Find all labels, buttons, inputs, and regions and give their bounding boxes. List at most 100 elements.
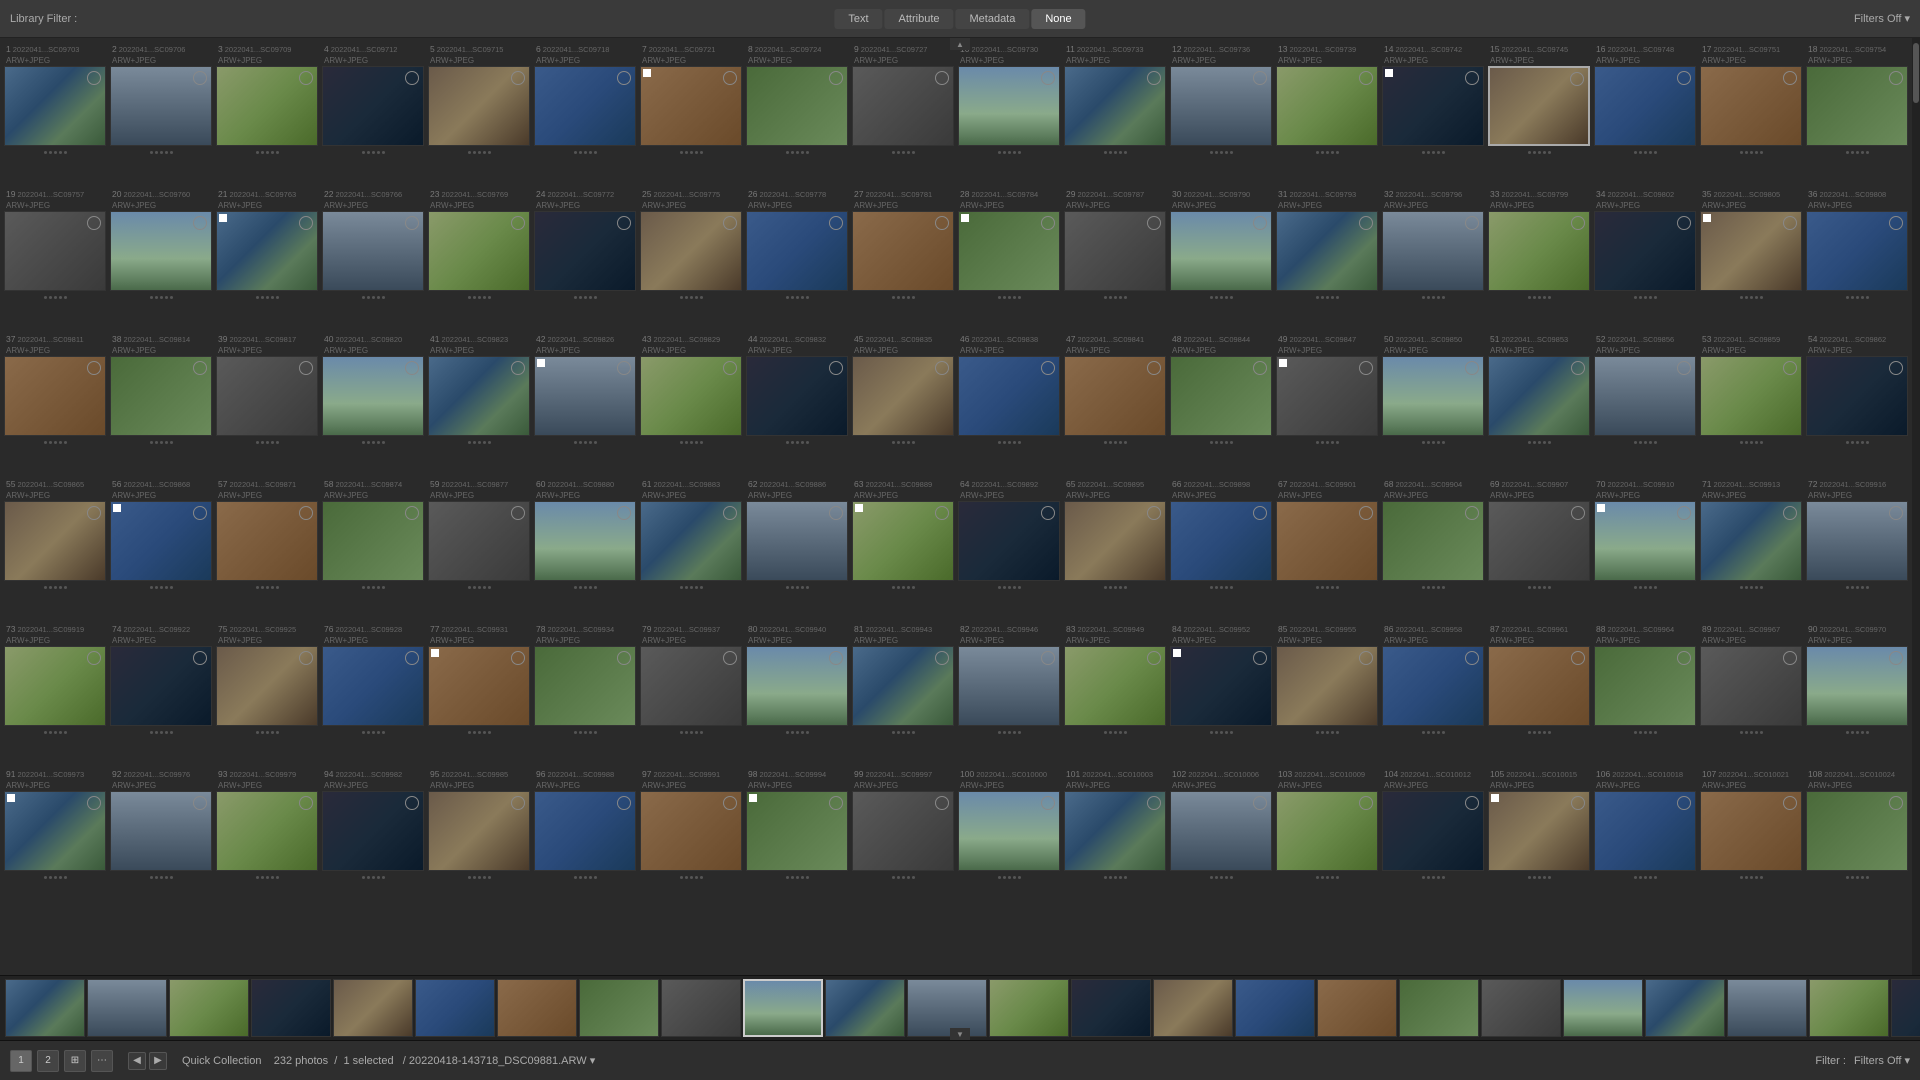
thumb-select-circle[interactable]	[935, 506, 949, 520]
thumb-image[interactable]	[1700, 501, 1802, 581]
thumb-image[interactable]	[1276, 211, 1378, 291]
thumb-image[interactable]	[322, 66, 424, 146]
thumb-image[interactable]	[746, 66, 848, 146]
thumb-select-circle[interactable]	[1465, 651, 1479, 665]
thumbnail-cell[interactable]: 81 2022041...SC09943 ARW+JPEG	[850, 620, 956, 765]
thumb-select-circle[interactable]	[87, 71, 101, 85]
thumbnail-cell[interactable]: 6 2022041...SC09718 ARW+JPEG	[532, 40, 638, 185]
thumbnail-cell[interactable]: 61 2022041...SC09883 ARW+JPEG	[638, 475, 744, 620]
thumb-select-circle[interactable]	[829, 651, 843, 665]
thumb-image[interactable]	[1064, 646, 1166, 726]
filters-off-label[interactable]: Filters Off ▾	[1854, 12, 1910, 25]
thumbnail-cell[interactable]: 23 2022041...SC09769 ARW+JPEG	[426, 185, 532, 330]
thumb-image[interactable]	[1488, 211, 1590, 291]
thumb-select-circle[interactable]	[723, 796, 737, 810]
thumb-image[interactable]	[852, 356, 954, 436]
thumb-image[interactable]	[746, 356, 848, 436]
thumb-select-circle[interactable]	[1465, 361, 1479, 375]
thumb-image[interactable]	[534, 66, 636, 146]
next-arrow[interactable]: ▶	[149, 1052, 167, 1070]
thumbnail-cell[interactable]: 16 2022041...SC09748 ARW+JPEG	[1592, 40, 1698, 185]
thumb-select-circle[interactable]	[617, 651, 631, 665]
thumb-image[interactable]	[746, 211, 848, 291]
thumb-select-circle[interactable]	[1783, 506, 1797, 520]
thumb-select-circle[interactable]	[1889, 796, 1903, 810]
thumbnail-cell[interactable]: 99 2022041...SC09997 ARW+JPEG	[850, 765, 956, 910]
filmstrip-thumb[interactable]	[5, 979, 85, 1037]
thumb-image[interactable]	[1276, 501, 1378, 581]
thumb-select-circle[interactable]	[1147, 71, 1161, 85]
filmstrip-thumb[interactable]	[1891, 979, 1920, 1037]
thumbnail-cell[interactable]: 77 2022041...SC09931 ARW+JPEG	[426, 620, 532, 765]
thumb-select-circle[interactable]	[935, 71, 949, 85]
thumb-image[interactable]	[1276, 356, 1378, 436]
thumb-select-circle[interactable]	[511, 216, 525, 230]
thumb-image[interactable]	[1806, 356, 1908, 436]
thumb-image[interactable]	[322, 211, 424, 291]
thumb-image[interactable]	[1276, 791, 1378, 871]
thumb-select-circle[interactable]	[1783, 216, 1797, 230]
thumb-select-circle[interactable]	[1147, 796, 1161, 810]
thumb-select-circle[interactable]	[511, 361, 525, 375]
thumb-image[interactable]	[1594, 211, 1696, 291]
thumb-select-circle[interactable]	[1041, 216, 1055, 230]
filmstrip-thumb[interactable]	[333, 979, 413, 1037]
thumbnail-cell[interactable]: 11 2022041...SC09733 ARW+JPEG	[1062, 40, 1168, 185]
thumb-image[interactable]	[958, 646, 1060, 726]
filmstrip-thumb[interactable]	[1153, 979, 1233, 1037]
thumbnail-cell[interactable]: 15 2022041...SC09745 ARW+JPEG	[1486, 40, 1592, 185]
thumb-image[interactable]	[1382, 501, 1484, 581]
thumbnail-cell[interactable]: 24 2022041...SC09772 ARW+JPEG	[532, 185, 638, 330]
thumbnail-cell[interactable]: 44 2022041...SC09832 ARW+JPEG	[744, 330, 850, 475]
thumb-select-circle[interactable]	[1465, 216, 1479, 230]
thumb-select-circle[interactable]	[193, 361, 207, 375]
thumb-image[interactable]	[428, 501, 530, 581]
thumb-image[interactable]	[1594, 66, 1696, 146]
thumbnail-cell[interactable]: 14 2022041...SC09742 ARW+JPEG	[1380, 40, 1486, 185]
filmstrip-thumb[interactable]	[1399, 979, 1479, 1037]
thumbnail-cell[interactable]: 97 2022041...SC09991 ARW+JPEG	[638, 765, 744, 910]
thumb-image[interactable]	[1170, 791, 1272, 871]
thumbnail-cell[interactable]: 100 2022041...SC010000 ARW+JPEG	[956, 765, 1062, 910]
thumb-select-circle[interactable]	[617, 796, 631, 810]
thumbnail-cell[interactable]: 28 2022041...SC09784 ARW+JPEG	[956, 185, 1062, 330]
filters-off-status[interactable]: Filters Off ▾	[1854, 1054, 1910, 1067]
thumb-image[interactable]	[958, 501, 1060, 581]
thumbnail-cell[interactable]: 68 2022041...SC09904 ARW+JPEG	[1380, 475, 1486, 620]
thumb-select-circle[interactable]	[1253, 361, 1267, 375]
thumb-select-circle[interactable]	[1889, 506, 1903, 520]
thumb-image[interactable]	[4, 66, 106, 146]
prev-arrow[interactable]: ◀	[128, 1052, 146, 1070]
thumbnail-cell[interactable]: 43 2022041...SC09829 ARW+JPEG	[638, 330, 744, 475]
filmstrip-thumb[interactable]	[907, 979, 987, 1037]
thumb-image[interactable]	[322, 646, 424, 726]
thumb-select-circle[interactable]	[1041, 651, 1055, 665]
thumb-select-circle[interactable]	[1571, 506, 1585, 520]
thumbnail-cell[interactable]: 55 2022041...SC09865 ARW+JPEG	[2, 475, 108, 620]
thumb-select-circle[interactable]	[193, 651, 207, 665]
thumb-image[interactable]	[1382, 66, 1484, 146]
thumb-select-circle[interactable]	[299, 361, 313, 375]
thumbnail-cell[interactable]: 13 2022041...SC09739 ARW+JPEG	[1274, 40, 1380, 185]
thumb-image[interactable]	[1170, 646, 1272, 726]
thumb-image[interactable]	[746, 791, 848, 871]
thumbnail-cell[interactable]: 20 2022041...SC09760 ARW+JPEG	[108, 185, 214, 330]
thumbnail-cell[interactable]: 8 2022041...SC09724 ARW+JPEG	[744, 40, 850, 185]
thumb-image[interactable]	[640, 791, 742, 871]
thumb-select-circle[interactable]	[723, 361, 737, 375]
filmstrip-thumb[interactable]	[87, 979, 167, 1037]
thumb-image[interactable]	[1806, 66, 1908, 146]
thumbnail-cell[interactable]: 19 2022041...SC09757 ARW+JPEG	[2, 185, 108, 330]
thumbnail-cell[interactable]: 69 2022041...SC09907 ARW+JPEG	[1486, 475, 1592, 620]
thumb-select-circle[interactable]	[299, 506, 313, 520]
thumb-select-circle[interactable]	[1677, 506, 1691, 520]
thumb-select-circle[interactable]	[1677, 796, 1691, 810]
thumb-image[interactable]	[852, 211, 954, 291]
thumbnail-cell[interactable]: 3 2022041...SC09709 ARW+JPEG	[214, 40, 320, 185]
thumb-image[interactable]	[852, 646, 954, 726]
thumb-select-circle[interactable]	[935, 216, 949, 230]
thumb-image[interactable]	[4, 501, 106, 581]
thumb-select-circle[interactable]	[1783, 796, 1797, 810]
thumb-image[interactable]	[1064, 501, 1166, 581]
thumb-select-circle[interactable]	[1783, 361, 1797, 375]
